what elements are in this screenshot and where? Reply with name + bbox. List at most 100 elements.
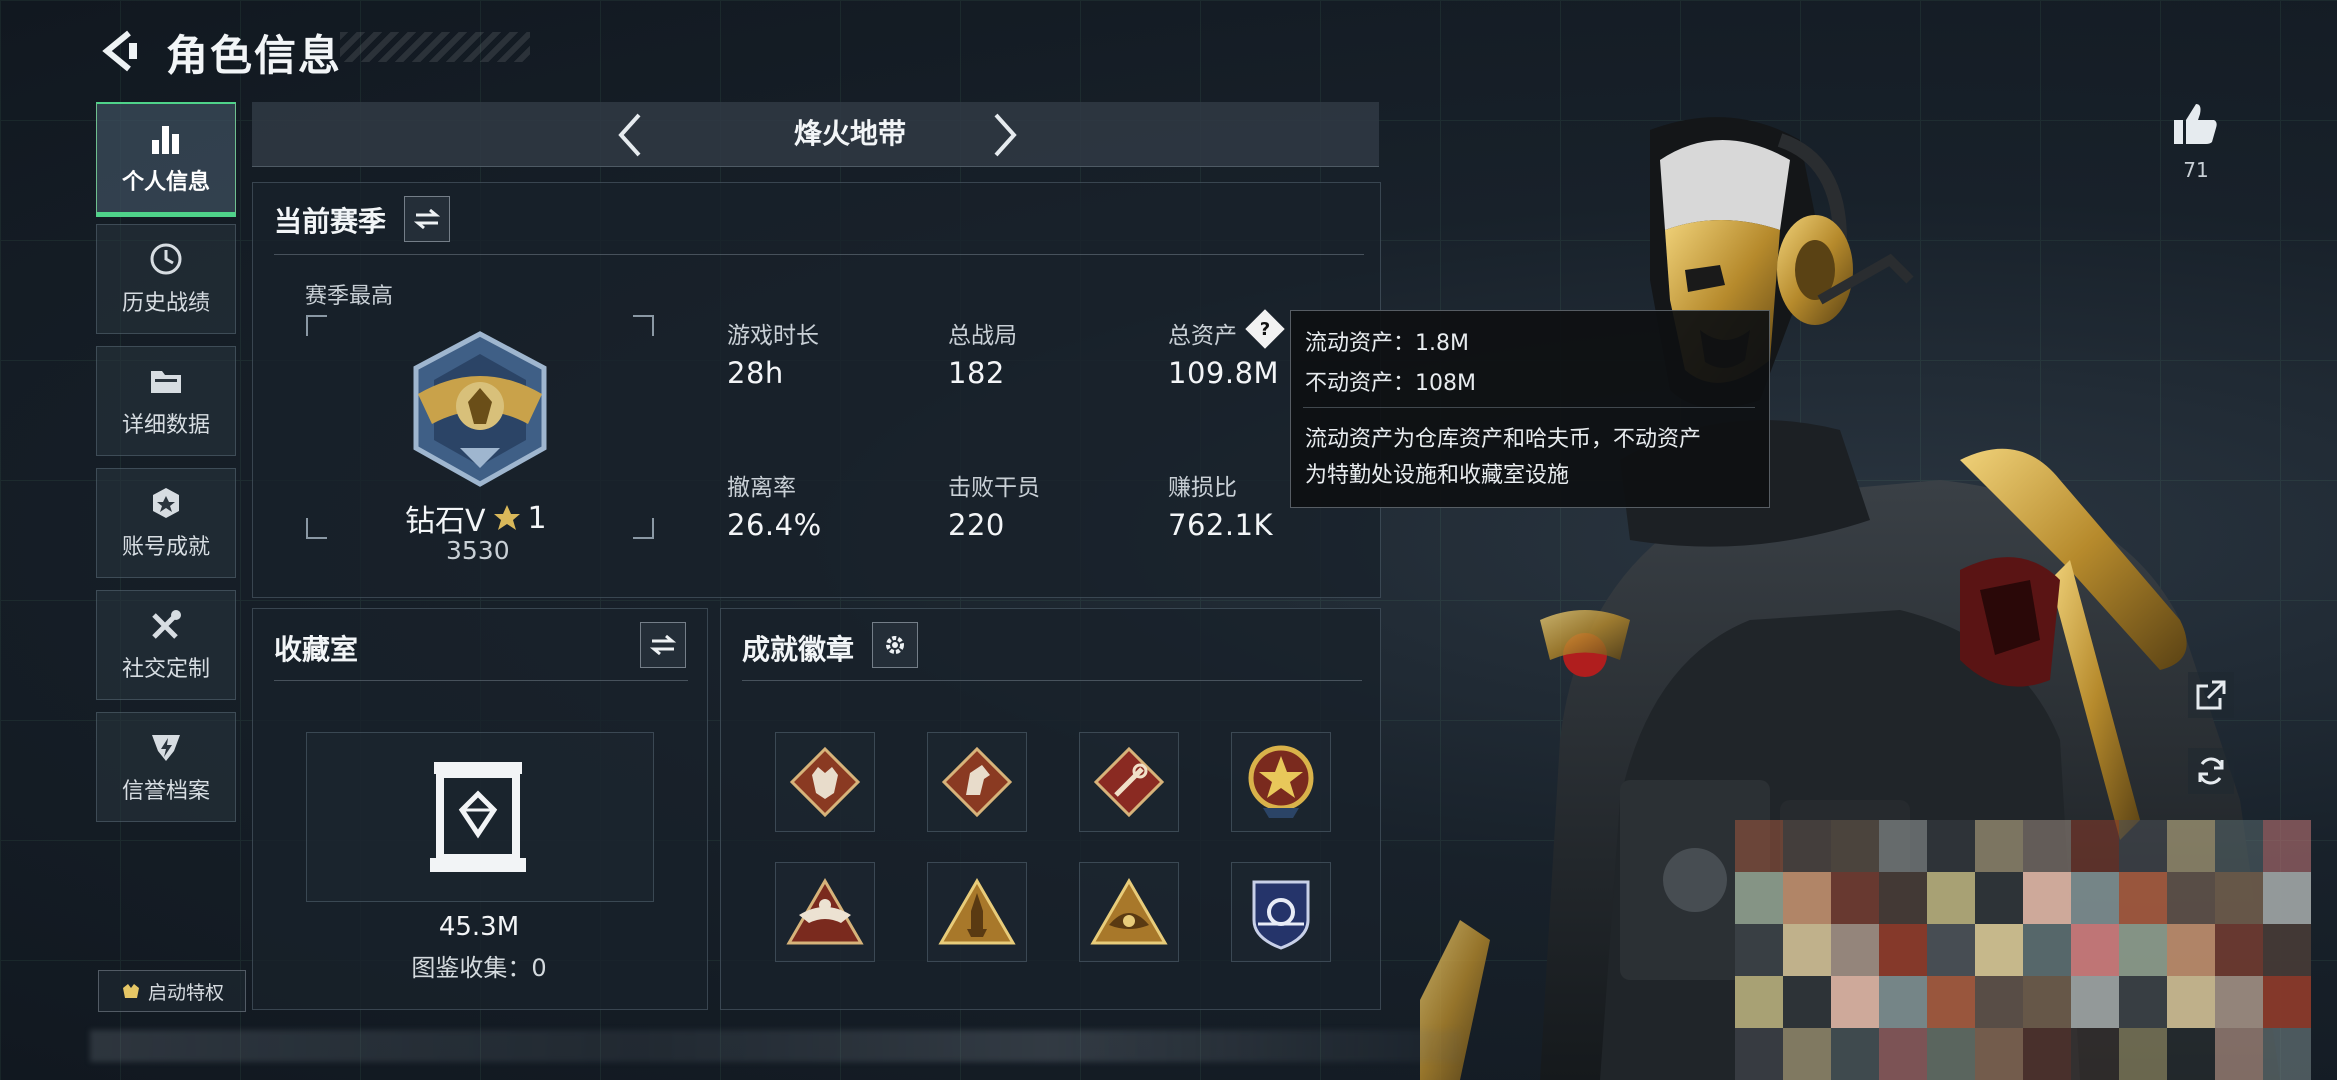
title-decoration	[340, 32, 530, 62]
badge-shield[interactable]	[1231, 862, 1331, 962]
rank-stars: 1	[527, 500, 547, 536]
star-icon	[493, 505, 520, 530]
sidebar-item-label: 个人信息	[121, 170, 210, 195]
mosaic-cell	[2167, 924, 2215, 976]
mode-next-button[interactable]	[980, 110, 1030, 160]
eagle-badge-icon	[786, 878, 864, 945]
privilege-icon	[122, 984, 139, 998]
stat-label-profit-ratio: 赚损比	[1168, 475, 1237, 501]
sidebar-item-detail-data[interactable]: 详细数据	[96, 346, 236, 456]
sidebar-item-history[interactable]: 历史战绩	[96, 224, 236, 334]
wolf-badge-icon	[789, 746, 861, 818]
mosaic-cell	[1927, 1028, 1975, 1080]
mosaic-cell	[2119, 924, 2167, 976]
rank-line: 钻石V 1	[405, 496, 547, 540]
mosaic-cell	[2119, 820, 2167, 872]
stat-value-total-assets: 109.8M	[1168, 356, 1280, 390]
mosaic-cell	[1927, 976, 1975, 1028]
assets-tooltip: 流动资产：1.8M 不动资产：108M 流动资产为仓库资产和哈夫币，不动资产 为…	[1290, 310, 1770, 508]
mosaic-cell	[2215, 1028, 2263, 1080]
badge-rocket[interactable]	[927, 862, 1027, 962]
like-button[interactable]	[2168, 96, 2224, 152]
chevron-left-icon	[618, 113, 641, 157]
mosaic-cell	[1783, 872, 1831, 924]
mosaic-cell	[2263, 924, 2311, 976]
mosaic-cell	[2167, 820, 2215, 872]
mosaic-cell	[1735, 924, 1783, 976]
tooltip-description-1: 流动资产为仓库资产和哈夫币，不动资产	[1305, 427, 1702, 452]
back-button[interactable]	[96, 26, 146, 76]
season-best-label: 赛季最高	[305, 284, 394, 309]
thumbs-up-icon	[2174, 104, 2217, 144]
rotate-button[interactable]	[2188, 748, 2234, 794]
sidebar-item-label: 历史战绩	[121, 291, 210, 316]
share-icon	[2196, 680, 2226, 710]
mosaic-cell	[1975, 1028, 2023, 1080]
sidebar-item-personal-info[interactable]: 个人信息	[96, 102, 236, 217]
mosaic-cell	[2167, 872, 2215, 924]
reputation-icon	[152, 735, 180, 761]
collection-switch-button[interactable]	[640, 622, 686, 668]
star-medal-icon	[1248, 745, 1314, 818]
mosaic-cell	[2263, 1028, 2311, 1080]
privilege-label: 启动特权	[147, 981, 224, 1004]
stat-label-total-matches: 总战局	[948, 323, 1017, 349]
tool-badge-icon	[1093, 746, 1165, 818]
mosaic-cell	[1831, 1028, 1879, 1080]
like-count: 71	[2183, 158, 2209, 182]
mosaic-cell	[1831, 924, 1879, 976]
mosaic-cell	[2023, 872, 2071, 924]
chevron-right-icon	[994, 113, 1017, 157]
mode-prev-button[interactable]	[605, 110, 655, 160]
badge-tool[interactable]	[1079, 732, 1179, 832]
tooltip-liquid-assets: 流动资产：1.8M	[1305, 331, 1469, 356]
mosaic-cell	[1975, 872, 2023, 924]
swap-icon	[650, 634, 676, 656]
mosaic-cell	[1735, 820, 1783, 872]
tooltip-fixed-assets: 不动资产：108M	[1305, 371, 1476, 396]
mosaic-cell	[1831, 976, 1879, 1028]
badge-wolf[interactable]	[775, 732, 875, 832]
shield-badge-icon	[1252, 880, 1310, 950]
badge-eagle[interactable]	[775, 862, 875, 962]
mosaic-cell	[2215, 872, 2263, 924]
stat-value-operators-defeated: 220	[948, 508, 1005, 542]
sidebar-item-reputation[interactable]: 信誉档案	[96, 712, 236, 822]
stat-value-extract-rate: 26.4%	[727, 508, 822, 542]
stat-label-total-assets: 总资产	[1168, 323, 1237, 349]
mode-label: 烽火地带	[793, 117, 906, 150]
stat-value-profit-ratio: 762.1K	[1168, 508, 1274, 542]
badges-settings-button[interactable]	[872, 622, 918, 668]
mosaic-cell	[2167, 1028, 2215, 1080]
mosaic-cell	[2119, 872, 2167, 924]
share-button[interactable]	[2188, 672, 2234, 718]
mosaic-cell	[2071, 1028, 2119, 1080]
swap-icon	[414, 208, 440, 230]
season-divider	[274, 254, 1364, 255]
badge-star-medal[interactable]	[1231, 732, 1331, 832]
mosaic-cell	[2215, 976, 2263, 1028]
mosaic-cell	[1783, 924, 1831, 976]
mosaic-cell	[2263, 820, 2311, 872]
mosaic-cell	[2167, 976, 2215, 1028]
mosaic-cell	[1927, 820, 1975, 872]
sidebar-item-achievements[interactable]: 账号成就	[96, 468, 236, 578]
mosaic-cell	[1831, 872, 1879, 924]
badge-eye[interactable]	[1079, 862, 1179, 962]
folder-icon	[151, 371, 181, 393]
mosaic-cell	[2071, 872, 2119, 924]
mosaic-cell	[1879, 872, 1927, 924]
badge-horse[interactable]	[927, 732, 1027, 832]
stat-value-total-matches: 182	[948, 356, 1005, 390]
mosaic-cell	[2119, 976, 2167, 1028]
sidebar-item-social[interactable]: 社交定制	[96, 590, 236, 700]
stat-value-playtime: 28h	[727, 356, 784, 390]
privilege-button[interactable]: 启动特权	[98, 970, 246, 1012]
mosaic-cell	[2263, 872, 2311, 924]
sidebar-item-label: 信誉档案	[121, 779, 210, 804]
mosaic-cell	[1975, 820, 2023, 872]
rocket-badge-icon	[938, 878, 1016, 945]
achievement-icon	[153, 488, 179, 518]
collection-catalog: 图鉴收集：0	[411, 954, 547, 982]
season-switch-button[interactable]	[404, 196, 450, 242]
